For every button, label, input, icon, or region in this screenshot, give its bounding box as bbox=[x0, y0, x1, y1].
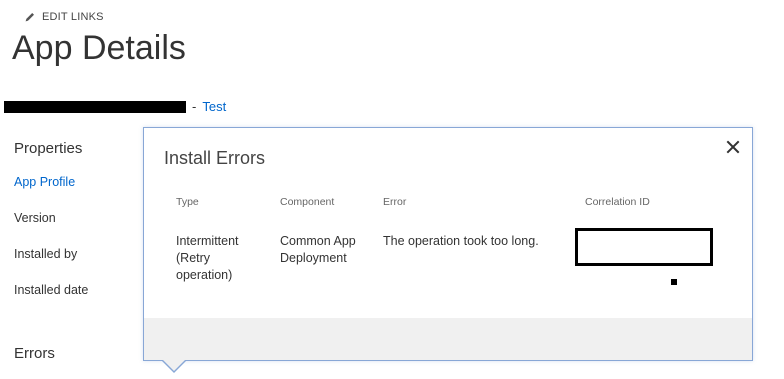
nav-item-app-profile[interactable]: App Profile bbox=[14, 173, 88, 209]
cell-error: The operation took too long. bbox=[383, 234, 539, 248]
dialog-pointer-fill bbox=[163, 360, 185, 371]
redacted-correlation-id bbox=[575, 228, 713, 266]
pencil-icon bbox=[25, 13, 34, 22]
install-errors-dialog: Install Errors Type Component Error Corr… bbox=[143, 127, 753, 361]
edit-links-button[interactable]: EDIT LINKS bbox=[24, 11, 104, 23]
close-icon[interactable] bbox=[726, 140, 740, 154]
breadcrumb-separator: - bbox=[192, 99, 197, 114]
cell-type: Intermittent (Retry operation) bbox=[176, 234, 239, 282]
column-header-correlation-id: Correlation ID bbox=[585, 196, 650, 208]
column-header-type: Type bbox=[176, 196, 199, 208]
cell-component: Common App Deployment bbox=[280, 234, 356, 265]
properties-heading: Properties bbox=[14, 140, 83, 157]
edit-links-label: EDIT LINKS bbox=[42, 11, 104, 23]
redaction-mark bbox=[671, 279, 677, 285]
dialog-title: Install Errors bbox=[164, 148, 266, 168]
nav-item-installed-by[interactable]: Installed by bbox=[14, 245, 88, 281]
breadcrumb-link-test[interactable]: Test bbox=[202, 99, 226, 114]
breadcrumb: - Test bbox=[4, 99, 226, 114]
dialog-footer bbox=[144, 318, 752, 360]
nav-item-installed-date[interactable]: Installed date bbox=[14, 281, 88, 317]
redacted-app-name bbox=[4, 100, 186, 113]
errors-heading: Errors bbox=[14, 345, 55, 362]
nav-item-version[interactable]: Version bbox=[14, 209, 88, 245]
page-title: App Details bbox=[12, 29, 186, 67]
column-header-error: Error bbox=[383, 196, 407, 208]
properties-nav: Properties App Profile Version Installed… bbox=[14, 140, 88, 317]
column-header-component: Component bbox=[280, 196, 335, 208]
